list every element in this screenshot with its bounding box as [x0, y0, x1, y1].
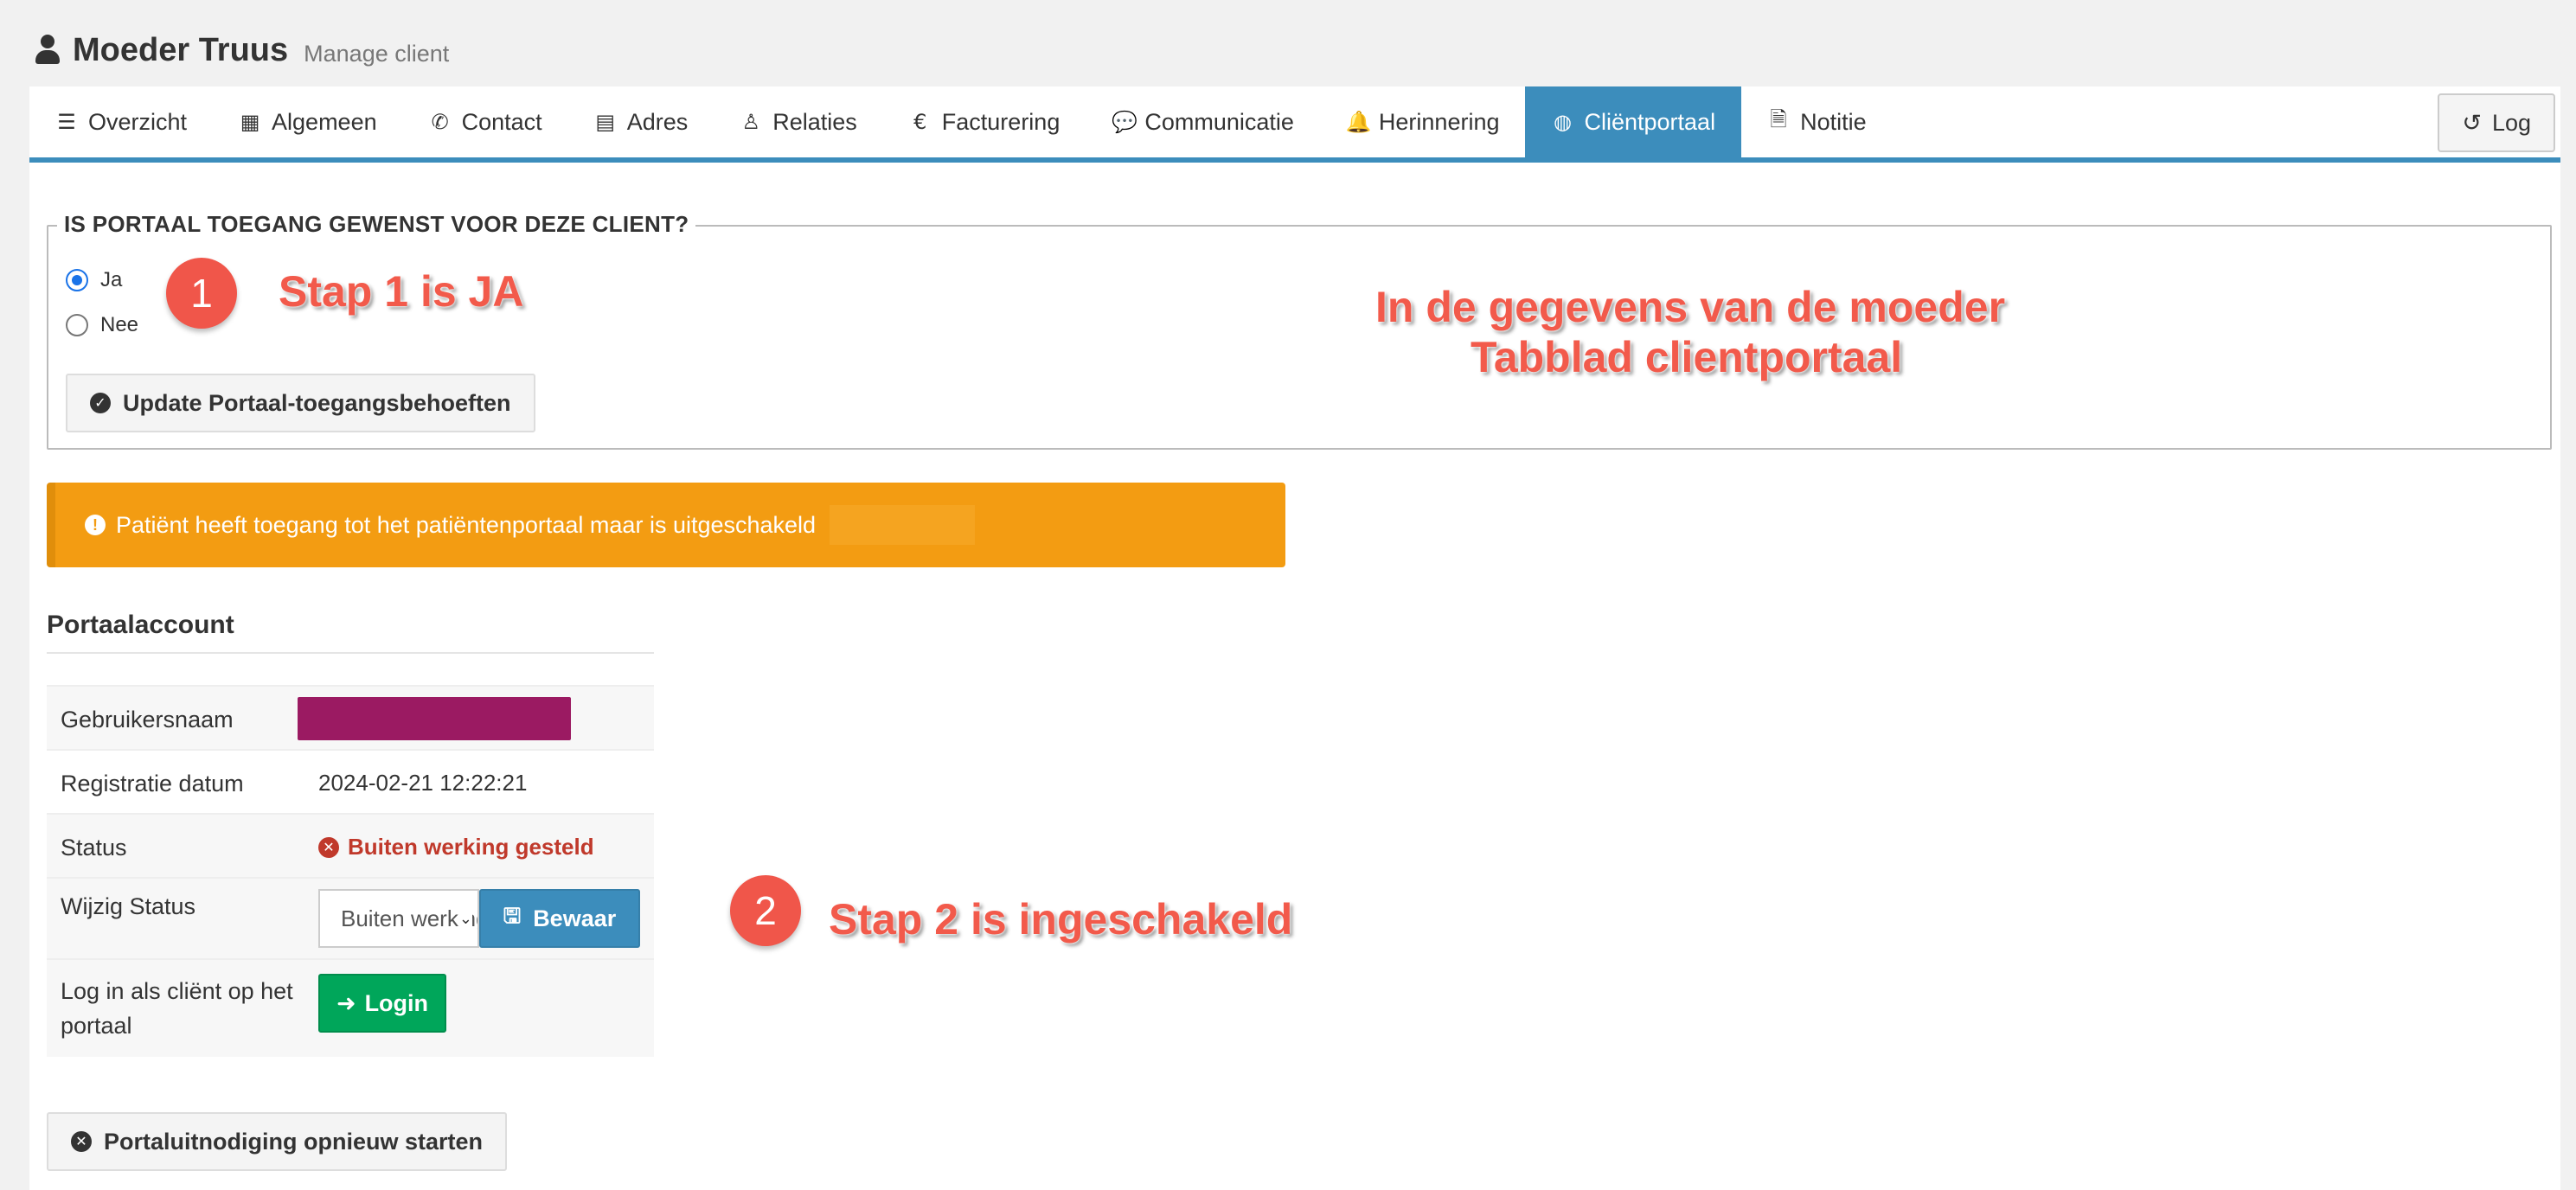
login-button[interactable]: ➜ Login	[318, 974, 446, 1033]
username-row: Gebruikersnaam	[47, 685, 654, 749]
radio-nee[interactable]: Nee	[66, 313, 138, 337]
tab-contact[interactable]: ✆ Contact	[403, 86, 568, 157]
file-icon: 🗎	[1770, 106, 1787, 131]
radio-nee-button[interactable]	[66, 314, 88, 336]
check-circle-icon: ✓	[90, 393, 111, 413]
status-label: Status	[61, 835, 127, 861]
radio-ja-button[interactable]	[66, 269, 88, 291]
tab-relaties[interactable]: ♙ Relaties	[714, 86, 883, 157]
child-icon: ♙	[741, 110, 760, 134]
exclamation-circle-icon: !	[85, 515, 106, 535]
globe-icon: ◍	[1554, 110, 1572, 134]
username-label: Gebruikersnaam	[61, 707, 234, 733]
comments-icon: 💬	[1112, 110, 1138, 134]
change-status-row: Wijzig Status Buiten werking gesteld ⌄ 🖫…	[47, 877, 654, 958]
radio-ja-label: Ja	[100, 268, 123, 291]
save-button[interactable]: 🖫 Bewaar	[479, 889, 640, 948]
tab-communicatie[interactable]: 💬 Communicatie	[1086, 86, 1320, 157]
tab-label: Relaties	[772, 108, 857, 135]
update-portal-access-button[interactable]: ✓ Update Portaal-toegangsbehoeften	[66, 374, 535, 432]
status-value: ✕ Buiten werking gesteld	[318, 834, 594, 861]
registration-value: 2024-02-21 12:22:21	[318, 770, 528, 796]
phone-icon: ✆	[431, 110, 449, 134]
radio-ja[interactable]: Ja	[66, 268, 122, 292]
warning-alert: ! Patiënt heeft toegang tot het patiënte…	[47, 483, 1285, 567]
note-line1: In de gegevens van de moeder	[1375, 283, 2006, 331]
log-button-label: Log	[2491, 109, 2531, 136]
tab-algemeen[interactable]: ▦ Algemeen	[213, 86, 403, 157]
tab-cli-ntportaal[interactable]: ◍ Cliëntportaal	[1525, 86, 1742, 157]
update-portal-access-label: Update Portaal-toegangsbehoeften	[123, 389, 511, 416]
restart-invitation-button[interactable]: ✕ Portaluitnodiging opnieuw starten	[47, 1112, 507, 1171]
tab-label: Facturering	[941, 108, 1061, 135]
alert-text: Patiënt heeft toegang tot het patiëntenp…	[116, 511, 817, 538]
tab-label: Notitie	[1800, 108, 1867, 135]
note-line2: Tabblad clientportaal	[1471, 333, 1903, 381]
times-circle-icon: ✕	[318, 836, 339, 858]
step2-annotation: Stap 2 is ingeschakeld	[829, 895, 1293, 944]
tab-label: Algemeen	[272, 108, 377, 135]
map-icon: ▤	[595, 110, 616, 134]
bell-icon: 🔔	[1345, 110, 1372, 134]
radio-nee-label: Nee	[100, 313, 139, 336]
sign-in-icon: ➜	[336, 989, 356, 1016]
tab-label: Communicatie	[1144, 108, 1294, 135]
tab-label: Cliëntportaal	[1584, 108, 1716, 135]
step1-badge: 1	[166, 258, 237, 329]
times-circle-icon: ✕	[71, 1131, 92, 1152]
log-button[interactable]: ↺ Log	[2438, 93, 2555, 152]
tab-label: Overzicht	[88, 108, 188, 135]
euro-icon: €	[913, 110, 927, 134]
step1-annotation: Stap 1 is JA	[279, 267, 524, 316]
login-button-label: Login	[364, 989, 429, 1016]
step2-badge: 2	[730, 875, 801, 946]
status-value-text: Buiten werking gesteld	[348, 834, 594, 860]
tab-overzicht[interactable]: ☰ Overzicht	[29, 86, 213, 157]
history-icon: ↺	[2462, 109, 2482, 136]
login-label: Log in als cliënt op het portaal	[61, 978, 293, 1039]
status-select[interactable]: Buiten werking gesteld ⌄	[318, 889, 479, 948]
tab-label: Contact	[461, 108, 542, 135]
tab-label: Herinnering	[1378, 108, 1500, 135]
portal-account-title: Portaalaccount	[47, 611, 654, 654]
tab-notitie[interactable]: 🗎 Notitie	[1741, 86, 1893, 157]
portal-account-table: Gebruikersnaam Registratie datum 2024-02…	[47, 685, 654, 1057]
redacted-block	[830, 505, 976, 545]
tab-herinnering[interactable]: 🔔 Herinnering	[1320, 86, 1526, 157]
save-icon: 🖫	[503, 904, 522, 928]
user-icon	[35, 35, 61, 66]
login-row: Log in als cliënt op het portaal ➜ Login	[47, 958, 654, 1057]
restart-invitation-label: Portaluitnodiging opnieuw starten	[104, 1128, 483, 1155]
client-panel: ☰ Overzicht ▦ Algemeen ✆ Contact ▤ Adres ♙ Relati…	[29, 86, 2560, 1190]
page-header: Moeder Truus Manage client	[35, 24, 449, 76]
username-redacted	[298, 697, 571, 740]
portal-access-fieldset: IS PORTAAL TOEGANG GEWENST VOOR DEZE CLI…	[47, 211, 2552, 450]
chevron-down-icon: ⌄	[458, 910, 472, 928]
table-icon: ▦	[240, 110, 260, 134]
tab-label: Adres	[626, 108, 689, 135]
list-icon: ☰	[57, 110, 76, 134]
tab-adres[interactable]: ▤ Adres	[568, 86, 714, 157]
tab-bar: ☰ Overzicht ▦ Algemeen ✆ Contact ▤ Adres ♙ Relati…	[29, 86, 2560, 163]
portal-access-legend: IS PORTAAL TOEGANG GEWENST VOOR DEZE CLI…	[57, 211, 696, 238]
page-title: Moeder Truus	[73, 31, 289, 68]
tab-facturering[interactable]: € Facturering	[883, 86, 1086, 157]
save-button-label: Bewaar	[533, 905, 617, 931]
page-subtitle: Manage client	[304, 40, 450, 67]
change-status-label: Wijzig Status	[61, 893, 196, 919]
registration-row: Registratie datum 2024-02-21 12:22:21	[47, 749, 654, 813]
status-row: Status ✕ Buiten werking gesteld	[47, 813, 654, 877]
registration-label: Registratie datum	[61, 771, 244, 797]
